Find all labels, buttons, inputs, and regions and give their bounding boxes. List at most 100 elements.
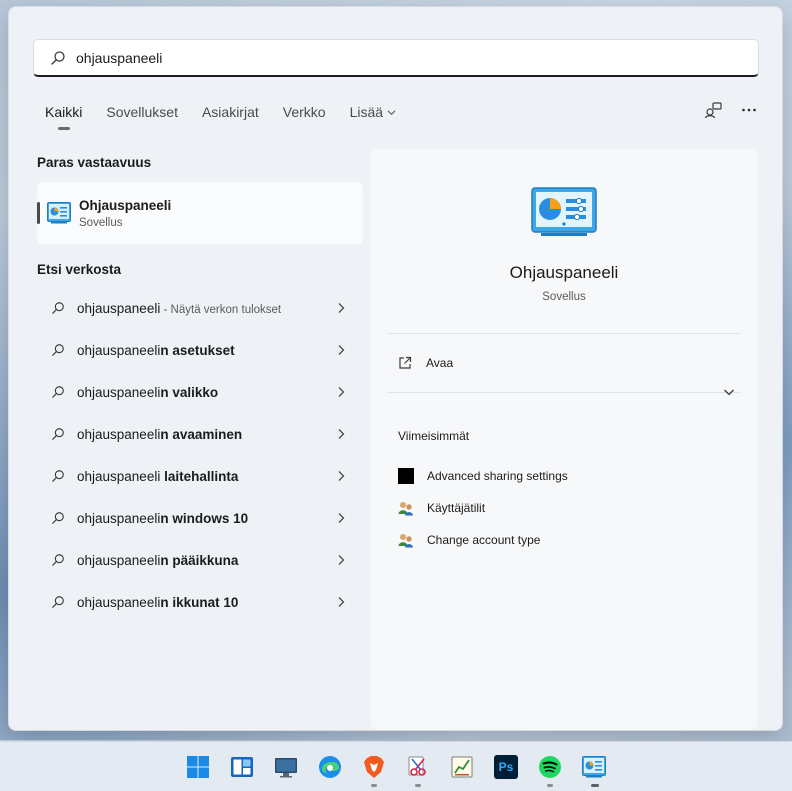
chevron-right-icon <box>338 429 345 439</box>
recent-heading: Viimeisimmät <box>398 429 470 443</box>
suggestion-text: ohjauspaneelin ikkunat 10 <box>77 595 238 610</box>
tab-more-label: Lisää <box>349 104 384 120</box>
running-indicator <box>371 784 377 787</box>
results-column: Paras vastaavuus Ohjauspaneeli Sovellus … <box>37 155 363 623</box>
tab-more[interactable]: Lisää <box>350 103 396 133</box>
chevron-right-icon <box>338 597 345 607</box>
suggestion-completion: n ikkunat 10 <box>160 594 239 610</box>
photoshop-label: Ps <box>498 760 514 774</box>
recent-item-label: Käyttäjätilit <box>427 501 486 515</box>
recent-item[interactable]: Käyttäjätilit <box>398 492 568 524</box>
suggestion-query: ohjauspaneeli <box>77 594 161 610</box>
search-box[interactable] <box>33 39 759 77</box>
tab-all[interactable]: Kaikki <box>45 103 82 133</box>
web-suggestions: ohjauspaneeli - Näytä verkon tulokset oh… <box>37 287 363 623</box>
tab-documents-label: Asiakirjat <box>201 104 259 120</box>
account-switch-icon <box>704 102 722 119</box>
suggestion-completion: n asetukset <box>160 342 235 358</box>
divider <box>387 333 741 334</box>
divider <box>387 392 741 393</box>
tab-all-label: Kaikki <box>45 104 83 120</box>
suggestion-query: ohjauspaneeli <box>77 510 161 526</box>
control-panel-icon <box>47 202 71 224</box>
web-suggestion[interactable]: ohjauspaneeli laitehallinta <box>37 455 363 497</box>
chevron-down-icon[interactable] <box>723 386 735 398</box>
tab-apps[interactable]: Sovellukset <box>106 103 178 133</box>
suggestion-text: ohjauspaneeli laitehallinta <box>77 469 238 484</box>
search-icon <box>52 344 64 356</box>
search-icon <box>52 512 64 524</box>
chevron-right-icon <box>338 555 345 565</box>
open-external-icon <box>399 356 412 369</box>
web-suggestion[interactable]: ohjauspaneelin valikko <box>37 371 363 413</box>
notepad-chart-icon[interactable] <box>450 755 474 779</box>
brave-icon[interactable] <box>362 755 386 779</box>
black-square-icon <box>398 468 414 484</box>
web-suggestion[interactable]: ohjauspaneelin windows 10 <box>37 497 363 539</box>
running-indicator <box>591 784 599 787</box>
web-search-heading: Etsi verkosta <box>37 262 122 277</box>
user-accounts-icon <box>398 502 413 516</box>
suggestion-completion: n valikko <box>160 384 219 400</box>
suggestion-query: ohjauspaneeli <box>77 342 161 358</box>
suggestion-query: ohjauspaneeli <box>77 468 161 484</box>
suggestion-text: ohjauspaneeli - Näytä verkon tulokset <box>77 301 281 316</box>
best-match-heading: Paras vastaavuus <box>37 155 152 170</box>
switch-account-button[interactable] <box>704 101 722 119</box>
preview-title: Ohjauspaneeli <box>509 263 619 282</box>
snipping-icon[interactable] <box>406 755 430 779</box>
web-suggestion[interactable]: ohjauspaneelin asetukset <box>37 329 363 371</box>
windows-start-icon[interactable] <box>186 755 210 779</box>
open-action-label: Avaa <box>426 356 454 370</box>
tab-web[interactable]: Verkko <box>283 103 326 133</box>
more-dots-icon <box>742 108 756 112</box>
suggestion-text: ohjauspaneelin avaaminen <box>77 427 242 442</box>
chevron-right-icon <box>338 387 345 397</box>
panel-actions <box>704 101 758 119</box>
suggestion-query: ohjauspaneeli <box>77 552 161 568</box>
suggestion-completion: n windows 10 <box>160 510 249 526</box>
chevron-right-icon <box>338 303 345 313</box>
web-suggestion[interactable]: ohjauspaneeli - Näytä verkon tulokset <box>37 287 363 329</box>
running-indicator <box>547 784 553 787</box>
edge-icon[interactable] <box>318 755 342 779</box>
best-match-title: Ohjauspaneeli <box>79 197 172 213</box>
chevron-right-icon <box>338 471 345 481</box>
best-match-subtitle: Sovellus <box>79 216 123 229</box>
search-input[interactable] <box>76 49 676 66</box>
search-icon <box>52 302 64 314</box>
recent-item[interactable]: Advanced sharing settings <box>398 460 568 492</box>
spotify-icon[interactable] <box>538 755 562 779</box>
recent-item-label: Change account type <box>427 533 541 547</box>
web-suggestion[interactable]: ohjauspaneelin avaaminen <box>37 413 363 455</box>
chevron-down-icon <box>387 110 396 116</box>
suggestion-hint: - Näytä verkon tulokset <box>160 303 282 316</box>
search-icon <box>51 50 65 65</box>
desktop-icon[interactable] <box>274 755 298 779</box>
suggestion-text: ohjauspaneelin pääikkuna <box>77 553 238 568</box>
search-icon <box>52 428 64 440</box>
more-options-button[interactable] <box>740 101 758 119</box>
running-indicator <box>415 784 421 787</box>
suggestion-query: ohjauspaneeli <box>77 384 161 400</box>
open-action[interactable]: Avaa <box>398 353 453 373</box>
widgets-icon[interactable] <box>230 755 254 779</box>
tab-web-label: Verkko <box>282 104 326 120</box>
taskbar: Ps <box>0 741 792 791</box>
web-suggestion[interactable]: ohjauspaneelin pääikkuna <box>37 539 363 581</box>
photoshop-icon[interactable]: Ps <box>494 755 518 779</box>
search-icon <box>52 596 64 608</box>
chevron-right-icon <box>338 513 345 523</box>
preview-pane: Ohjauspaneeli Sovellus Avaa Viimeisimmät… <box>371 149 757 730</box>
web-suggestion[interactable]: ohjauspaneelin ikkunat 10 <box>37 581 363 623</box>
best-match-result[interactable]: Ohjauspaneeli Sovellus <box>37 182 363 244</box>
recent-item[interactable]: Change account type <box>398 524 568 556</box>
selection-indicator <box>37 202 40 224</box>
suggestion-completion: laitehallinta <box>160 468 239 484</box>
search-icon <box>52 386 64 398</box>
search-icon <box>52 470 64 482</box>
tab-documents[interactable]: Asiakirjat <box>202 103 259 133</box>
suggestion-query: ohjauspaneeli <box>77 300 161 316</box>
control-panel-icon[interactable] <box>582 755 606 779</box>
recent-list: Advanced sharing settings Käyttäjätilit … <box>398 460 568 556</box>
